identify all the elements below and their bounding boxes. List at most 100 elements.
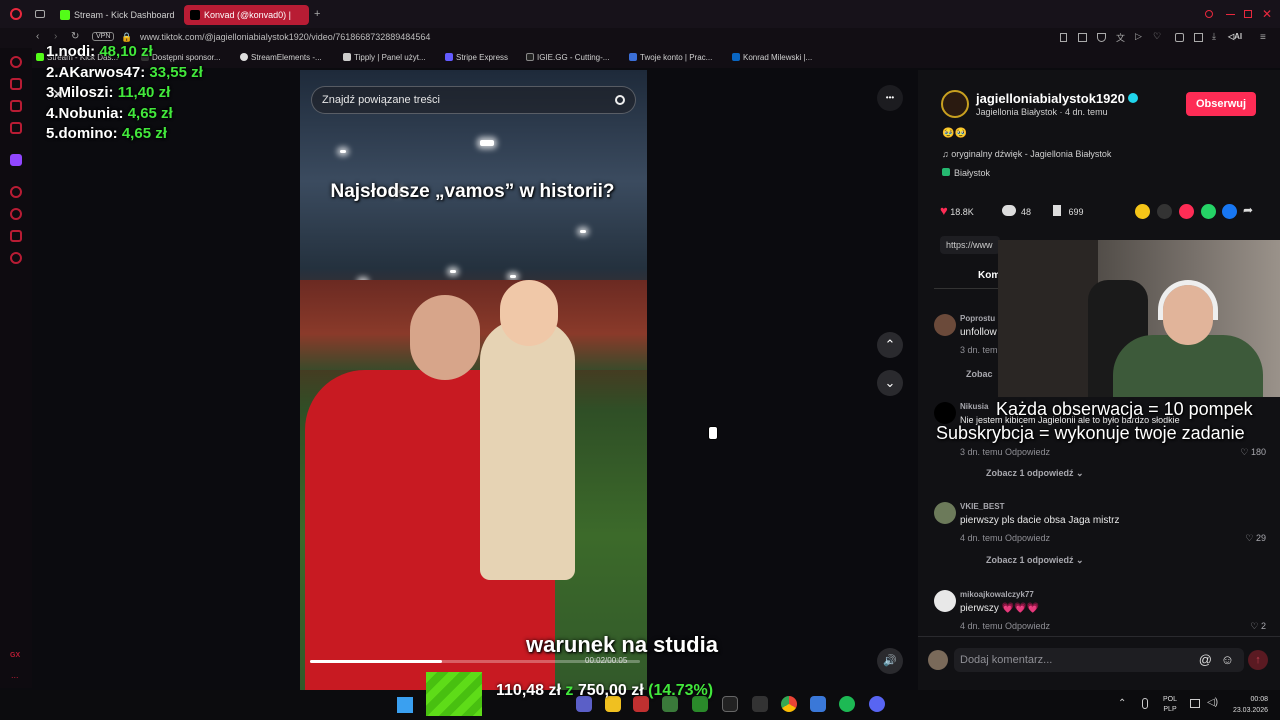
play-icon[interactable]: ▷	[1135, 31, 1142, 42]
taskbar-app-icon[interactable]	[810, 696, 826, 712]
menu-icon[interactable]: ≡	[1260, 32, 1266, 43]
sidebar-item-extensions[interactable]	[10, 230, 22, 242]
whatsapp-icon[interactable]	[1201, 204, 1216, 219]
maximize-icon[interactable]	[1244, 10, 1252, 18]
avatar[interactable]	[934, 402, 956, 424]
sound-link[interactable]: ♫ oryginalny dźwięk - Jagiellonia Białys…	[942, 149, 1111, 159]
forward-icon[interactable]: ›	[54, 31, 57, 42]
sidebar-item-shop[interactable]	[10, 78, 22, 90]
discord-icon[interactable]	[869, 696, 885, 712]
windows-start-icon[interactable]	[397, 697, 413, 713]
repost-icon[interactable]	[1135, 204, 1150, 219]
bookmark-tipply[interactable]: Tipply | Panel użyt...	[343, 53, 426, 62]
heart-icon[interactable]: ♡	[1153, 31, 1161, 42]
emoji-icon[interactable]: ☺	[1221, 648, 1234, 672]
tab-kick-dashboard[interactable]: Stream - Kick Dashboard	[54, 5, 178, 25]
sidebar-item-media[interactable]	[10, 122, 22, 134]
reload-icon[interactable]: ↻	[71, 31, 79, 42]
location-tag[interactable]: Białystok	[942, 168, 990, 178]
bookmark-linkedin[interactable]: Konrad Milewski |...	[732, 53, 812, 62]
bookmark-streamelements[interactable]: StreamElements -...	[240, 53, 322, 62]
tray-chevron-icon[interactable]: ⌃	[1118, 698, 1126, 709]
video-link-field[interactable]: https://www	[940, 236, 1000, 254]
download-icon[interactable]: ⤓	[1212, 31, 1216, 42]
comment-author[interactable]: Poprostu	[960, 314, 995, 323]
view-replies-button[interactable]: Zobacz 1 odpowiedź ⌄	[986, 555, 1084, 566]
vpn-badge[interactable]: VPN	[92, 32, 115, 41]
volume-button[interactable]: 🔊	[877, 648, 903, 674]
comment-author[interactable]: mikoajkowalczyk77	[960, 590, 1034, 599]
creator-avatar[interactable]	[941, 90, 969, 118]
sidebar-item-aria[interactable]	[10, 56, 22, 68]
avatar[interactable]	[934, 590, 956, 612]
close-overlay-icon[interactable]: ✕	[52, 86, 64, 103]
gx-label[interactable]: GX	[10, 652, 20, 659]
url-field[interactable]: www.tiktok.com/@jagielloniabialystok1920…	[140, 32, 430, 42]
clock[interactable]: 00:08 23.03.2026	[1228, 694, 1268, 716]
user-avatar[interactable]	[928, 650, 948, 670]
mention-icon[interactable]: @	[1199, 648, 1212, 672]
bookmark-icon[interactable]	[1060, 33, 1067, 42]
tab-switcher-icon[interactable]	[35, 10, 45, 18]
igie-icon	[526, 53, 534, 61]
share-icon[interactable]	[1194, 33, 1203, 42]
facebook-icon[interactable]	[1222, 204, 1237, 219]
follow-button[interactable]: Obserwuj	[1186, 92, 1256, 116]
network-icon[interactable]	[1190, 699, 1200, 708]
translate-icon[interactable]: 文	[1116, 31, 1125, 44]
comment-author[interactable]: Nikusia	[960, 402, 988, 411]
video-player[interactable]	[300, 70, 647, 690]
related-search-input[interactable]: Znajdź powiązane treści	[311, 86, 636, 114]
new-tab-button[interactable]: +	[314, 8, 320, 20]
tab-comments[interactable]: Kom	[978, 270, 1000, 281]
sidebar-item-history[interactable]	[10, 208, 22, 220]
comment-like-button[interactable]: ♡ 29	[1245, 533, 1266, 544]
volume-icon[interactable]: ◁)	[1207, 697, 1218, 708]
comment-input[interactable]: Dodaj komentarz... @ ☺	[954, 648, 1244, 672]
sidebar-item-player[interactable]	[10, 186, 22, 198]
taskbar-app-icon[interactable]	[722, 696, 738, 712]
like-button[interactable]: ♥ 18.8K	[940, 203, 974, 218]
spotify-icon[interactable]	[839, 696, 855, 712]
shield-icon[interactable]	[1097, 33, 1106, 42]
next-video-button[interactable]: ⌄	[877, 370, 903, 396]
sidebar-item-settings[interactable]	[10, 252, 22, 264]
opera-logo-icon[interactable]	[10, 8, 22, 20]
sidebar-item-twitch[interactable]	[10, 154, 22, 166]
post-comment-button[interactable]: ↑	[1248, 650, 1268, 670]
comment-button[interactable]: 48	[1002, 205, 1031, 217]
search-icon[interactable]	[615, 95, 625, 105]
epic-games-icon[interactable]	[752, 696, 768, 712]
extensions-icon[interactable]	[1175, 33, 1184, 42]
save-button[interactable]: 699	[1053, 205, 1084, 217]
screenshot-icon[interactable]	[1078, 33, 1087, 42]
sidebar-more-button[interactable]: ...	[11, 670, 19, 680]
chrome-icon[interactable]	[781, 696, 797, 712]
back-icon[interactable]: ‹	[36, 31, 39, 42]
more-options-button[interactable]: •••	[877, 85, 903, 111]
share-arrow-icon[interactable]: ➦	[1243, 203, 1253, 217]
previous-video-button[interactable]: ⌃	[877, 332, 903, 358]
comment-author[interactable]: VKIE_BEST	[960, 502, 1004, 511]
comment-like-button[interactable]: ♡ 180	[1240, 447, 1266, 458]
microphone-icon[interactable]	[1142, 698, 1148, 709]
bookmark-igie[interactable]: IGIE.GG - Cutting-...	[526, 53, 609, 62]
bookmark-praca[interactable]: Twoje konto | Prac...	[629, 53, 712, 62]
comment-like-button[interactable]: ♡ 2	[1250, 621, 1266, 632]
search-icon[interactable]	[1205, 10, 1213, 18]
close-icon[interactable]: ✕	[1262, 7, 1272, 21]
ai-button[interactable]: ◁AI	[1228, 32, 1242, 41]
language-indicator[interactable]: POL PLP	[1163, 695, 1177, 715]
view-replies-button[interactable]: Zobacz 1 odpowiedź ⌄	[986, 468, 1084, 479]
avatar[interactable]	[934, 502, 956, 524]
view-replies-button[interactable]: Zobac	[966, 369, 993, 379]
avatar[interactable]	[934, 314, 956, 336]
embed-icon[interactable]	[1157, 204, 1172, 219]
sidebar-item-messenger[interactable]	[10, 100, 22, 112]
tab-tiktok-konvad[interactable]: Konvad (@konvad0) |	[184, 5, 309, 25]
bookmark-stripe[interactable]: Stripe Express	[445, 53, 508, 62]
minimize-icon[interactable]	[1226, 14, 1235, 15]
creator-username[interactable]: jagielloniabialystok1920	[976, 91, 1139, 106]
verified-icon	[1128, 93, 1139, 103]
send-icon[interactable]	[1179, 204, 1194, 219]
